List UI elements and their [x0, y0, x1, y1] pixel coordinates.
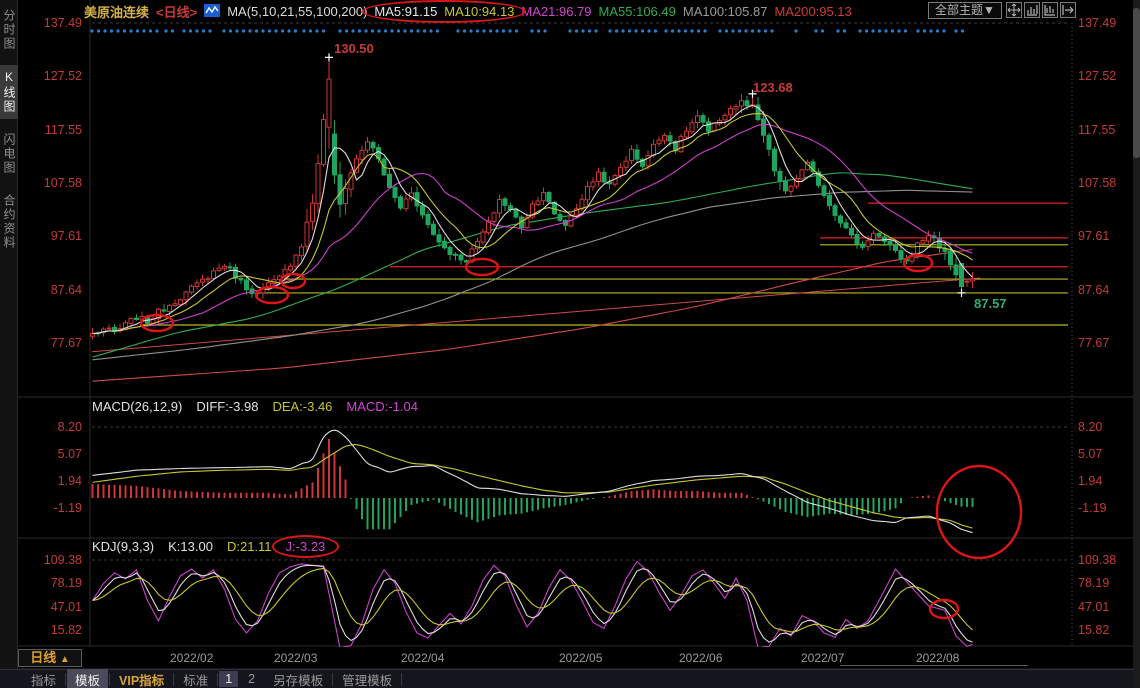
- symbol-title: 美原油连续: [84, 2, 149, 21]
- toolbar-tab-3[interactable]: VIP指标: [111, 669, 172, 688]
- macd-diff-value: DIFF:-3.98: [196, 399, 258, 414]
- ma-values-circled: MA5:91.15 MA10:94.13: [374, 4, 514, 19]
- chart-expand-icon[interactable]: [1042, 2, 1058, 18]
- charting-app: 分时图 K线图闪电图合约资料 美原油连续 <日线> MA(5,10,21,55,1…: [0, 0, 1140, 688]
- toolbar-tab-5[interactable]: 1: [219, 671, 238, 687]
- date-label: 2022/02: [170, 651, 213, 665]
- toolbar-tab-6[interactable]: 2: [240, 671, 263, 687]
- date-label: 2022/06: [679, 651, 722, 665]
- sidebar-item-2[interactable]: K线图: [0, 65, 18, 119]
- vertical-scrollbar[interactable]: [1133, 0, 1140, 688]
- date-label: 2022/03: [274, 651, 317, 665]
- ma-settings-label: MA(5,10,21,55,100,200): [227, 4, 367, 19]
- sidebar-item-1[interactable]: 分时图: [0, 4, 18, 56]
- kdj-j-value: J:-3.23: [286, 539, 326, 554]
- period-button-label: 日线: [30, 650, 56, 665]
- kdj-d-value: D:21.11: [227, 539, 272, 554]
- ma-value-1: MA5:91.15: [374, 4, 437, 19]
- period-button[interactable]: 日线 ▲: [18, 649, 82, 667]
- macd-name: MACD(26,12,9): [92, 399, 182, 414]
- left-sidebar: 分时图 K线图闪电图合约资料: [0, 0, 18, 688]
- date-label: 2022/08: [916, 651, 959, 665]
- kdj-name: KDJ(9,3,3): [92, 539, 154, 554]
- macd-header: MACD(26,12,9) DIFF:-3.98 DEA:-3.46 MACD:…: [92, 399, 418, 414]
- period-tag: <日线>: [156, 2, 197, 21]
- ma-value-4: MA55:106.49: [599, 4, 676, 19]
- kdj-header: KDJ(9,3,3) K:13.00 D:21.11 J:-3.23: [92, 539, 325, 554]
- macd-macd-value: MACD:-1.04: [346, 399, 418, 414]
- ma-value-3: MA21:96.79: [521, 4, 591, 19]
- bottom-toolbar: 指标模板VIP指标标准12另存模板管理模板: [0, 669, 1140, 688]
- ma-value-5: MA100:105.87: [683, 4, 768, 19]
- kdj-k-value: K:13.00: [168, 539, 213, 554]
- ma-value-2: MA10:94.13: [444, 4, 514, 19]
- date-label: 2022/07: [801, 651, 844, 665]
- toolbar-tab-7[interactable]: 另存模板: [265, 669, 331, 688]
- toolbar-tab-1[interactable]: 指标: [23, 669, 64, 688]
- sidebar-item-4[interactable]: 合约资料: [0, 189, 18, 255]
- date-label: 2022/05: [559, 651, 602, 665]
- chart-header: 美原油连续 <日线> MA(5,10,21,55,100,200) MA5:91…: [84, 0, 852, 22]
- toolbar-tab-4[interactable]: 标准: [175, 669, 216, 688]
- pan-icon[interactable]: [1006, 2, 1022, 18]
- export-icon[interactable]: [1060, 2, 1076, 18]
- ma-values: MA21:96.79 MA55:106.49 MA100:105.87 MA200:9…: [521, 4, 851, 19]
- toolbar-tab-8[interactable]: 管理模板: [334, 669, 400, 688]
- theme-selector-button[interactable]: 全部主题▼: [928, 2, 1002, 19]
- chart-canvas[interactable]: [0, 0, 1140, 688]
- chart-compress-icon[interactable]: [1024, 2, 1040, 18]
- period-up-triangle-icon: ▲: [60, 654, 70, 665]
- sidebar-item-3[interactable]: 闪电图: [0, 128, 18, 180]
- indicator-logo-icon: [204, 4, 220, 18]
- ma-value-6: MA200:95.13: [774, 4, 851, 19]
- visible-range-indicator[interactable]: [840, 665, 1028, 666]
- macd-dea-value: DEA:-3.46: [272, 399, 332, 414]
- date-label: 2022/04: [401, 651, 444, 665]
- toolbar-tab-2[interactable]: 模板: [67, 669, 108, 688]
- scrollbar-thumb[interactable]: [1133, 8, 1140, 158]
